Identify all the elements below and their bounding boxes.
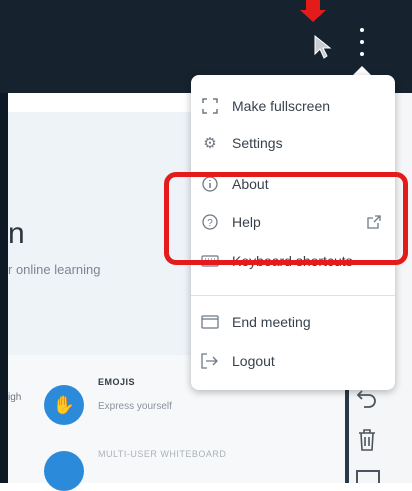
menu-item-logout[interactable]: Logout [191, 343, 395, 379]
whiteboard-card-title: MULTI-USER WHITEBOARD [98, 449, 227, 459]
window-icon [201, 313, 219, 331]
menu-item-label: Logout [232, 353, 275, 369]
card-left-text: igh [8, 392, 22, 403]
whiteboard-icon[interactable] [356, 470, 380, 483]
menu-item-settings[interactable]: ⚙ Settings [191, 125, 395, 161]
left-sidebar-edge [0, 93, 8, 483]
annotation-highlight-box [164, 172, 408, 265]
undo-icon[interactable] [356, 387, 378, 409]
annotation-arrow [300, 0, 326, 22]
page-subtitle: r online learning [8, 262, 101, 277]
more-options-icon[interactable] [352, 28, 372, 56]
menu-item-label: Settings [232, 135, 283, 151]
gear-icon: ⚙ [203, 135, 217, 152]
whiteboard-feature-icon[interactable] [44, 451, 84, 491]
trash-icon[interactable] [357, 428, 377, 452]
emojis-card-description: Express yourself [98, 401, 172, 412]
hand-icon[interactable]: ✋ [44, 385, 84, 425]
logout-icon [201, 352, 219, 370]
emojis-card-title: EMOJIS [98, 377, 136, 387]
menu-item-make-fullscreen[interactable]: Make fullscreen [191, 88, 395, 124]
fullscreen-icon [201, 97, 219, 115]
menu-item-end-meeting[interactable]: End meeting [191, 304, 395, 340]
mouse-cursor-icon [314, 34, 332, 59]
page-heading: n [8, 217, 25, 250]
menu-item-label: End meeting [232, 314, 311, 330]
menu-divider [191, 295, 395, 296]
menu-item-label: Make fullscreen [232, 98, 331, 114]
